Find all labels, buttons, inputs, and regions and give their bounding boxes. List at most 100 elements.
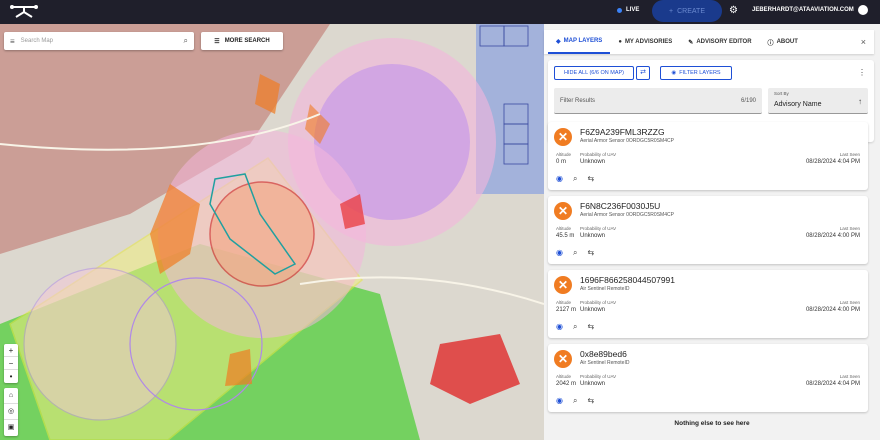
advisory-actions: ◉ ⌕ ⇆ <box>556 396 594 406</box>
advisory-sensor: Aerial Armor Sensor 0ORDGC5R0SM4CP <box>580 138 674 144</box>
filter-count: 6/190 <box>740 97 756 104</box>
probability-value: Unknown <box>580 233 606 239</box>
zoom-in-button[interactable]: + <box>4 344 18 357</box>
advisory-id: 1696F866258044507991 <box>580 275 676 285</box>
search-map-box[interactable]: ≡ Search Map ⌕ <box>4 32 194 50</box>
tab-label: MY ADVISORIES <box>624 39 673 45</box>
panel-tabs: ◆ MAP LAYERS ● MY ADVISORIES ✎ ADVISORY … <box>544 30 874 54</box>
empty-list-message: Nothing else to see here <box>674 420 750 427</box>
track-icon[interactable]: ⇆ <box>587 322 594 332</box>
zoom-to-icon[interactable]: ⌕ <box>573 174 577 184</box>
probability-label: Probability of UAV <box>580 152 617 157</box>
advisory-card[interactable]: ✕ F6N8C236F0030J5U Aerial Armor Sensor 0… <box>548 196 868 264</box>
altitude-value: 2042 m <box>556 381 577 387</box>
last-seen-label: Last Seen <box>839 374 860 379</box>
altitude-label: Altitude <box>556 152 572 157</box>
track-icon[interactable]: ⇆ <box>587 174 594 184</box>
advisory-sensor: Air Sentinel RemoteID <box>580 286 630 292</box>
sort-by-select[interactable]: Sort By Advisory Name ↑ <box>768 88 868 114</box>
arrow-up-icon[interactable]: ↑ <box>858 97 862 106</box>
probability-label: Probability of UAV <box>580 300 617 305</box>
probability-value: Unknown <box>580 307 606 313</box>
search-input[interactable]: Search Map <box>21 38 178 44</box>
advisory-card[interactable]: ✕ 1696F866258044507991 Air Sentinel Remo… <box>548 270 868 338</box>
filter-layers-label: FILTER LAYERS <box>679 70 721 76</box>
zoom-to-icon[interactable]: ⌕ <box>573 248 577 258</box>
probability-value: Unknown <box>580 159 606 165</box>
last-seen-value: 08/28/2024 4:04 PM <box>805 381 860 387</box>
last-seen-label: Last Seen <box>839 152 860 157</box>
drone-logo-icon[interactable] <box>8 3 40 21</box>
filter-results-input[interactable]: Filter Results 6/190 <box>554 88 762 114</box>
zoom-out-button[interactable]: − <box>4 357 18 370</box>
create-button[interactable]: + CREATE <box>652 0 722 22</box>
last-seen-label: Last Seen <box>839 300 860 305</box>
tab-map-layers[interactable]: ◆ MAP LAYERS <box>548 30 611 54</box>
create-label: CREATE <box>677 7 705 15</box>
map-layers <box>0 24 544 440</box>
zoom-to-icon[interactable]: ⌕ <box>573 322 577 332</box>
advisory-id: F6Z9A239FML3RZZG <box>580 127 665 137</box>
advisory-sensor: Aerial Armor Sensor 0ORDGC5R0SM4CP <box>580 212 674 218</box>
top-bar: LIVE + CREATE ⚙ JEBERHARDT@ATAAVIATION.C… <box>0 0 880 24</box>
last-seen-value: 08/28/2024 4:04 PM <box>805 159 860 165</box>
tab-label: ADVISORY EDITOR <box>696 39 752 45</box>
probability-label: Probability of UAV <box>580 374 617 379</box>
side-panel: ◆ MAP LAYERS ● MY ADVISORIES ✎ ADVISORY … <box>544 24 880 440</box>
close-icon[interactable]: × <box>861 37 866 47</box>
account-icon: ● <box>618 39 622 45</box>
layers-icon: ◆ <box>556 38 561 45</box>
tab-my-advisories[interactable]: ● MY ADVISORIES <box>610 30 680 54</box>
more-vert-icon[interactable]: ⋮ <box>858 68 866 77</box>
filter-layers-button[interactable]: ◉ FILTER LAYERS <box>660 66 732 80</box>
last-seen-value: 08/28/2024 4:00 PM <box>805 233 860 239</box>
zoom-to-icon[interactable]: ⌕ <box>573 396 577 406</box>
menu-icon[interactable]: ≡ <box>10 37 15 46</box>
hide-all-button[interactable]: HIDE ALL (6/6 ON MAP) <box>554 66 634 80</box>
sliders-icon: ☰ <box>214 38 220 45</box>
altitude-value: 0 m <box>556 159 567 165</box>
gear-icon[interactable]: ⚙ <box>729 6 739 16</box>
user-email[interactable]: JEBERHARDT@ATAAVIATION.COM <box>752 7 854 13</box>
eye-icon[interactable]: ◉ <box>556 248 563 258</box>
last-seen-value: 08/28/2024 4:00 PM <box>805 307 860 313</box>
drone-alert-icon: ✕ <box>554 128 572 146</box>
eye-icon[interactable]: ◉ <box>556 174 563 184</box>
altitude-label: Altitude <box>556 300 572 305</box>
eye-icon[interactable]: ◉ <box>556 396 563 406</box>
advisory-actions: ◉ ⌕ ⇆ <box>556 248 594 258</box>
map-canvas[interactable]: ≡ Search Map ⌕ ☰ MORE SEARCH + − • ⌂ ◎ ▣ <box>0 24 544 440</box>
advisory-actions: ◉ ⌕ ⇆ <box>556 322 594 332</box>
probability-label: Probability of UAV <box>580 226 617 231</box>
advisory-sensor: Air Sentinel RemoteID <box>580 360 630 366</box>
live-label: LIVE <box>626 7 640 13</box>
drone-alert-icon: ✕ <box>554 350 572 368</box>
drone-alert-icon: ✕ <box>554 202 572 220</box>
eye-icon[interactable]: ◉ <box>556 322 563 332</box>
locate-icon[interactable]: ◎ <box>4 404 18 420</box>
account-icon[interactable] <box>858 5 868 15</box>
advisory-card[interactable]: ✕ 0x8e89bed6 Air Sentinel RemoteID Altit… <box>548 344 868 412</box>
filter-icon: ◉ <box>671 70 677 76</box>
advisory-actions: ◉ ⌕ ⇆ <box>556 174 594 184</box>
more-search-button[interactable]: ☰ MORE SEARCH <box>201 32 283 50</box>
info-icon: ⓘ <box>767 40 774 47</box>
advisory-id: 0x8e89bed6 <box>580 349 627 359</box>
filter-results-placeholder: Filter Results <box>560 97 596 104</box>
swap-icon[interactable]: ⇄ <box>636 66 650 80</box>
zoom-reset-button[interactable]: • <box>4 370 18 383</box>
more-search-label: MORE SEARCH <box>224 38 270 44</box>
tab-label: MAP LAYERS <box>563 38 603 44</box>
home-icon[interactable]: ⌂ <box>4 388 18 404</box>
track-icon[interactable]: ⇆ <box>587 396 594 406</box>
tab-advisory-editor[interactable]: ✎ ADVISORY EDITOR <box>680 30 759 54</box>
layers-stack-icon[interactable]: ▣ <box>4 420 18 436</box>
search-icon[interactable]: ⌕ <box>184 36 188 46</box>
advisory-card[interactable]: ✕ F6Z9A239FML3RZZG Aerial Armor Sensor 0… <box>548 122 868 190</box>
tab-about[interactable]: ⓘ ABOUT <box>760 30 806 54</box>
advisory-id: F6N8C236F0030J5U <box>580 201 661 211</box>
map-tools: ⌂ ◎ ▣ <box>4 388 18 436</box>
pencil-icon: ✎ <box>688 39 694 46</box>
drone-alert-icon: ✕ <box>554 276 572 294</box>
track-icon[interactable]: ⇆ <box>587 248 594 258</box>
